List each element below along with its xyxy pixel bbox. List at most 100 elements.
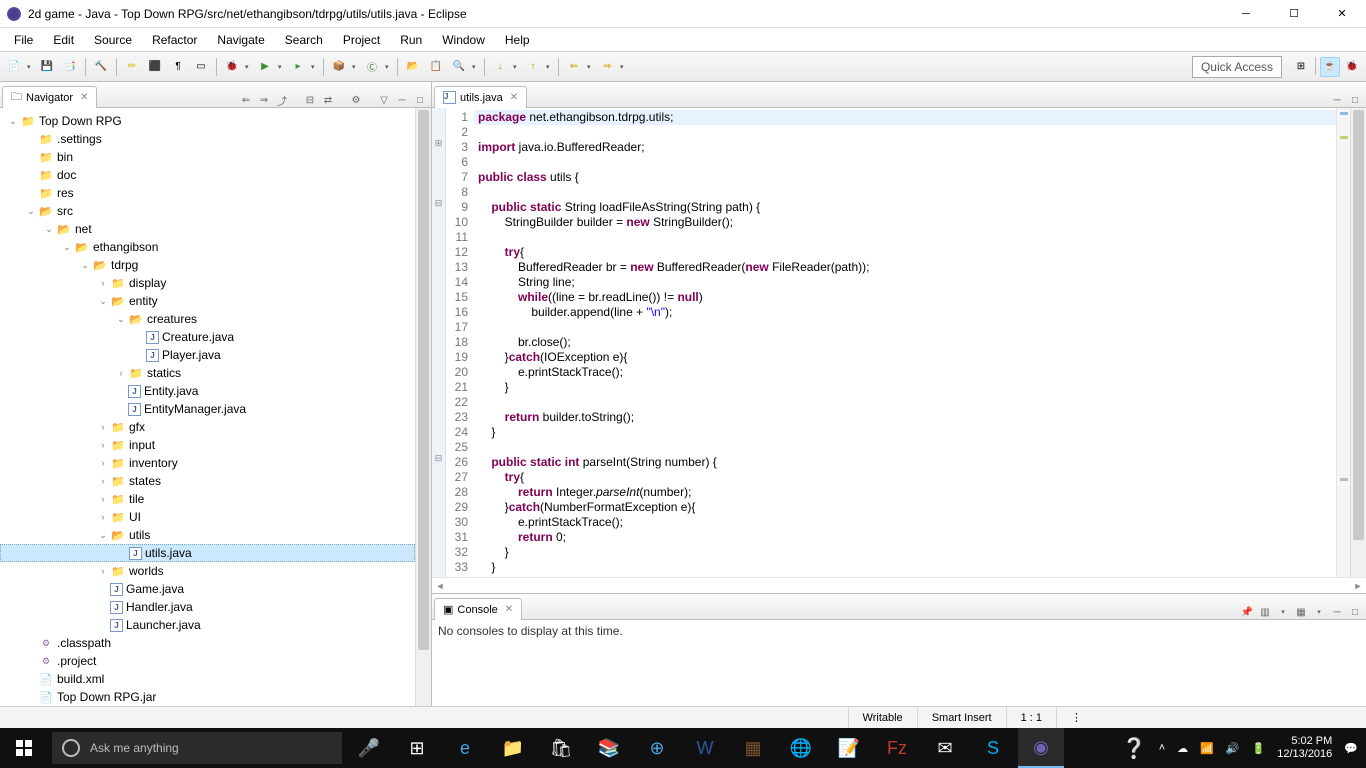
eclipse-taskbar-icon[interactable]: ◉ xyxy=(1018,728,1064,768)
toggle-mark-button[interactable]: ▭ xyxy=(191,57,211,77)
notepad-icon[interactable]: 📝 xyxy=(826,728,872,768)
tree-item[interactable]: 📄build.xml xyxy=(0,670,415,688)
taskbar-clock[interactable]: 5:02 PM 12/13/2016 xyxy=(1277,735,1332,761)
chrome-icon[interactable]: 🌐 xyxy=(778,728,824,768)
tree-item[interactable]: ›📁inventory xyxy=(0,454,415,472)
tree-item[interactable]: ⌄📂tdrpg xyxy=(0,256,415,274)
debug-perspective-button[interactable]: 🐞 xyxy=(1342,57,1362,77)
help-icon[interactable]: ❔ xyxy=(1122,736,1147,761)
fold-gutter[interactable]: ⊞⊟⊟ xyxy=(432,108,446,577)
maximize-editor-icon[interactable]: □ xyxy=(1348,93,1362,107)
tree-item[interactable]: ›📁tile xyxy=(0,490,415,508)
navigator-tab[interactable]: 🗀 Navigator ✕ xyxy=(2,86,97,108)
menu-file[interactable]: File xyxy=(4,30,43,50)
tree-item[interactable]: JEntity.java xyxy=(0,382,415,400)
action-center-icon[interactable]: 💬 xyxy=(1344,742,1358,755)
open-perspective-button[interactable]: ⊞ xyxy=(1291,57,1311,77)
editor-body[interactable]: ⊞⊟⊟ 123678910111213141516171819202122232… xyxy=(432,108,1366,577)
up-icon[interactable]: ⤴ xyxy=(275,93,289,107)
next-annotation-button[interactable]: ↓ xyxy=(490,57,510,77)
forward-button[interactable]: ⇒ xyxy=(597,57,617,77)
tree-item[interactable]: 📁doc xyxy=(0,166,415,184)
tree-item[interactable]: ⌄📁Top Down RPG xyxy=(0,112,415,130)
file-explorer-icon[interactable]: 📁 xyxy=(490,728,536,768)
new-class-button[interactable]: Ⓒ xyxy=(362,57,382,77)
overview-ruler[interactable] xyxy=(1336,108,1350,577)
editor-hscroll[interactable]: ◄ ► xyxy=(432,577,1366,593)
run-last-button[interactable]: ▸ xyxy=(288,57,308,77)
tree-item[interactable]: ⌄📂src xyxy=(0,202,415,220)
code-area[interactable]: package net.ethangibson.tdrpg.utils; imp… xyxy=(474,108,1336,577)
menu-window[interactable]: Window xyxy=(432,30,495,50)
tray-caret-icon[interactable]: ˄ xyxy=(1159,742,1165,754)
skype-icon[interactable]: S xyxy=(970,728,1016,768)
scroll-right-icon[interactable]: ► xyxy=(1350,581,1366,591)
minecraft-icon[interactable]: ▦ xyxy=(730,728,776,768)
open-type-button[interactable]: 📂 xyxy=(403,57,423,77)
tree-item[interactable]: Jutils.java xyxy=(0,544,415,562)
onedrive-icon[interactable]: ☁ xyxy=(1177,742,1188,755)
open-console-icon[interactable]: ▦ xyxy=(1294,605,1308,619)
close-icon[interactable]: ✕ xyxy=(505,604,513,615)
tree-item[interactable]: ⚙.classpath xyxy=(0,634,415,652)
minimize-console-icon[interactable]: ─ xyxy=(1330,605,1344,619)
edge-icon[interactable]: e xyxy=(442,728,488,768)
java-perspective-button[interactable]: ☕ xyxy=(1320,57,1340,77)
menu-help[interactable]: Help xyxy=(495,30,540,50)
save-button[interactable]: 💾 xyxy=(37,57,57,77)
tree-item[interactable]: ›📁display xyxy=(0,274,415,292)
back-icon[interactable]: ⇐ xyxy=(239,93,253,107)
minimize-editor-icon[interactable]: ─ xyxy=(1330,93,1344,107)
close-icon[interactable]: ✕ xyxy=(510,92,518,103)
close-icon[interactable]: ✕ xyxy=(80,92,88,103)
editor-tab-utils[interactable]: J utils.java ✕ xyxy=(434,86,527,108)
wifi-icon[interactable]: 📶 xyxy=(1200,742,1214,755)
quick-access-input[interactable]: Quick Access xyxy=(1192,56,1282,78)
build-button[interactable]: 🔨 xyxy=(91,57,111,77)
prev-annotation-button[interactable]: ↑ xyxy=(523,57,543,77)
tree-item[interactable]: JPlayer.java xyxy=(0,346,415,364)
skip-breakpoints-button[interactable]: ⬛ xyxy=(145,57,165,77)
show-whitespace-button[interactable]: ¶ xyxy=(168,57,188,77)
tree-item[interactable]: 📄Top Down RPG.jar xyxy=(0,688,415,706)
tree-item[interactable]: JHandler.java xyxy=(0,598,415,616)
maximize-view-icon[interactable]: □ xyxy=(413,93,427,107)
maximize-button[interactable]: ☐ xyxy=(1280,4,1308,24)
tree-item[interactable]: ⌄📂ethangibson xyxy=(0,238,415,256)
cortana-search[interactable]: Ask me anything xyxy=(52,732,342,764)
email-icon[interactable]: ✉ xyxy=(922,728,968,768)
close-button[interactable]: ✕ xyxy=(1328,4,1356,24)
tree-item[interactable]: JCreature.java xyxy=(0,328,415,346)
tree-item[interactable]: ›📁states xyxy=(0,472,415,490)
debug-button[interactable]: 🐞 xyxy=(222,57,242,77)
task-view-icon[interactable]: ⊞ xyxy=(394,728,440,768)
mic-icon[interactable]: 🎤 xyxy=(346,728,392,768)
minimize-view-icon[interactable]: ─ xyxy=(395,93,409,107)
tree-item[interactable]: ›📁gfx xyxy=(0,418,415,436)
tree-item[interactable]: ⌄📂net xyxy=(0,220,415,238)
menu-search[interactable]: Search xyxy=(275,30,333,50)
tree-item[interactable]: ›📁worlds xyxy=(0,562,415,580)
save-all-button[interactable]: 📑 xyxy=(60,57,80,77)
tree-item[interactable]: ›📁statics xyxy=(0,364,415,382)
pin-console-icon[interactable]: 📌 xyxy=(1240,605,1254,619)
back-button[interactable]: ⇐ xyxy=(564,57,584,77)
tree-item[interactable]: 📁.settings xyxy=(0,130,415,148)
editor-scrollbar[interactable] xyxy=(1350,108,1366,577)
start-button[interactable] xyxy=(0,728,48,768)
navigator-scrollbar[interactable] xyxy=(415,108,431,706)
menu-refactor[interactable]: Refactor xyxy=(142,30,207,50)
link-editor-icon[interactable]: ⇄ xyxy=(321,93,335,107)
filter-icon[interactable]: ⚙ xyxy=(349,93,363,107)
tree-item[interactable]: JLauncher.java xyxy=(0,616,415,634)
tree-item[interactable]: 📁bin xyxy=(0,148,415,166)
minimize-button[interactable]: ─ xyxy=(1232,4,1260,24)
collapse-all-icon[interactable]: ⊟ xyxy=(303,93,317,107)
new-package-button[interactable]: 📦 xyxy=(329,57,349,77)
open-task-button[interactable]: 📋 xyxy=(426,57,446,77)
dropdown-icon[interactable]: ▾ xyxy=(27,63,34,71)
app-icon-1[interactable]: ⊕ xyxy=(634,728,680,768)
navigator-tree[interactable]: ⌄📁Top Down RPG📁.settings📁bin📁doc📁res⌄📂sr… xyxy=(0,108,415,706)
tree-item[interactable]: ⌄📂utils xyxy=(0,526,415,544)
tree-item[interactable]: ⌄📂creatures xyxy=(0,310,415,328)
